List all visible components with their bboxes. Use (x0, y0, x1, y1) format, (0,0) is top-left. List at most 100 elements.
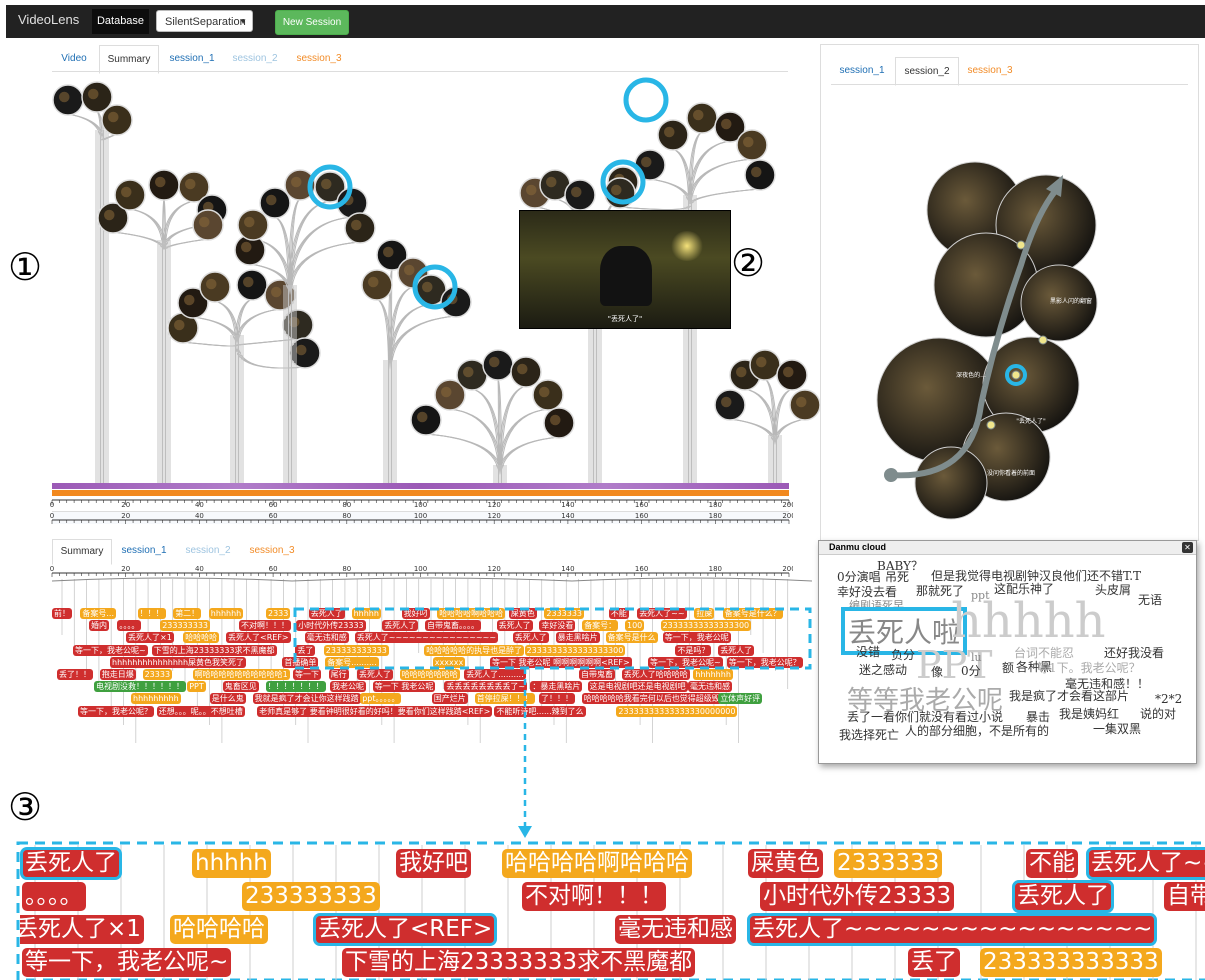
danmu-chip[interactable]: 国产烂片 (431, 693, 468, 705)
danmu-chip[interactable]: ：暴走黑啥片 (530, 681, 583, 693)
danmu-chip[interactable]: 哈哈哈哈哈我看完何以后也觉得超级毁 (581, 693, 722, 705)
danmu-chip[interactable]: 丢死人了 (308, 608, 345, 619)
preview-frame[interactable]: "丢死人了" (519, 210, 731, 329)
danmu-chip[interactable]: 等一下，我老公呢~ (648, 656, 723, 668)
danmu-chip[interactable]: 暴走黑啥片 (555, 632, 600, 644)
tab-right-session-2[interactable]: session_2 (895, 57, 959, 86)
danmu-chip[interactable]: 233333333 (160, 620, 210, 632)
danmu-chip[interactable]: 丢死人了×1 (126, 632, 174, 644)
cloud-word[interactable]: 没错 (856, 643, 880, 660)
danmu-chip[interactable]: 毫无违和感 (304, 632, 349, 644)
danmu-chip[interactable]: 丢死人了 (718, 644, 755, 656)
danmu-chip[interactable]: 233333333333 (323, 644, 389, 656)
danmu-chip[interactable]: 等一下，我老公呢 (662, 632, 731, 644)
danmu-chip[interactable]: 哈哈哈哈啊哈哈哈 (437, 608, 506, 619)
danmu-chip[interactable]: 是什么鬼 (209, 693, 246, 705)
danmu-chip[interactable]: 不对啊！！！ (239, 620, 291, 632)
danmu-chip[interactable]: 丢死人了 (382, 620, 419, 632)
danmu-chip[interactable]: 丢了 (908, 948, 960, 977)
danmu-chip[interactable]: 电视剧没救！！！！！！ (94, 681, 186, 693)
danmu-chip[interactable]: 毫无违和感 (688, 681, 732, 693)
cloud-word[interactable]: 我是疯了才会看这部片 (1009, 687, 1129, 704)
highlighted-danmu[interactable]: 丢死人了~~ (1086, 847, 1205, 880)
danmu-chip[interactable]: 老师真是够了 要看钟明很好看的好吗！要看你们这样践踏<REF> (257, 705, 493, 717)
danmu-chip[interactable]: 我老公呢 (330, 681, 366, 693)
danmu-chip[interactable]: 丢丢丢丢丢丢丢丢了~ (444, 681, 528, 693)
tab-session-3[interactable]: session_3 (288, 45, 350, 72)
danmu-chip[interactable]: 不对啊！！！ (522, 882, 666, 911)
danmu-chip[interactable]: 抱走日爆 (99, 669, 136, 680)
danmu-chip[interactable]: 啊哈哈哈哈哈哈哈哈哈哈1 (192, 669, 290, 680)
danmu-chip[interactable]: 等一下 我老公呢 啊啊啊啊啊啊<REF> (490, 656, 632, 668)
danmu-chip[interactable]: 备案号： (582, 620, 619, 632)
cloud-word[interactable]: 等1下。我老公呢？ (1037, 659, 1141, 676)
close-icon[interactable]: ✕ (1182, 542, 1193, 553)
danmu-chip[interactable]: 不能听诗吧......辣到了么 (494, 705, 586, 717)
danmu-chip[interactable]: 哈哈哈哈 (183, 632, 220, 644)
cloud-word[interactable]: 像 (931, 663, 943, 680)
danmu-chip[interactable]: 100 (625, 620, 645, 632)
cloud-word[interactable]: *2*2 (1155, 692, 1182, 706)
danmu-chip[interactable]: 丢死人了 (357, 669, 393, 680)
tab-danmu-session-3[interactable]: session_3 (242, 539, 302, 563)
danmu-chip[interactable]: 幸好没看 (539, 620, 576, 632)
danmu-chip[interactable]: 我就是疯了才会让你这样践踏 (252, 693, 361, 705)
danmu-chip[interactable]: 丢死人了×1 (20, 915, 144, 944)
danmu-chip[interactable]: 哈哈哈哈哈的执导也是醉了 (424, 644, 525, 656)
danmu-chip[interactable]: 自带鬼畜 (579, 669, 615, 680)
danmu-chip[interactable]: 233333333 (242, 882, 380, 911)
cloud-word[interactable]: 0分 (961, 662, 981, 679)
danmu-chip[interactable]: 备案号是什么 (605, 632, 658, 644)
danmu-chip[interactable]: 婚内 (89, 620, 109, 632)
danmu-chip[interactable]: 自带鬼畜。。。。 (1164, 882, 1205, 911)
danmu-chip[interactable]: 自带鬼畜。。。。 (425, 620, 481, 632)
tab-summary[interactable]: Summary (99, 45, 159, 74)
danmu-chip[interactable]: 了！！！ (539, 693, 575, 705)
danmu-chip[interactable]: ppt。。。。。 (360, 693, 402, 705)
danmu-chip[interactable]: 等一下 (293, 669, 321, 680)
danmu-chip[interactable]: 拉屎 (694, 608, 715, 619)
danmu-chip[interactable]: 丢了 (295, 644, 316, 656)
danmu-chip[interactable]: hhhhh (351, 608, 381, 619)
danmu-chip[interactable]: 下雪的上海23333333求不黑魔都 (151, 644, 277, 656)
cloud-word[interactable]: 迷之感动 (859, 661, 907, 678)
highlighted-danmu[interactable]: 丢死人了<REF> (312, 913, 498, 946)
danmu-chip[interactable]: ！！！ (137, 608, 166, 619)
tab-danmu-summary[interactable]: Summary (52, 539, 112, 565)
cloud-word[interactable]: 一集双黑 (1093, 720, 1141, 737)
danmu-chip[interactable]: 这是电视剧吧还是电视剧吧 (587, 681, 688, 693)
danmu-chip[interactable]: 丢死人了<REF> (226, 632, 291, 644)
cloud-word[interactable]: 我选择死亡 (839, 726, 899, 743)
danmu-chip[interactable]: 丢死人了 (512, 632, 549, 644)
tab-video[interactable]: Video (52, 45, 96, 72)
danmu-chip[interactable]: 立体声好评 (718, 693, 763, 705)
danmu-chip[interactable]: 2333 (266, 608, 291, 619)
danmu-chip[interactable]: 鬼畜区见 (222, 681, 259, 693)
danmu-chip[interactable]: 备案号... (80, 608, 117, 619)
danmu-chip[interactable]: 等一下，我老公呢？ (78, 705, 154, 717)
cloud-word[interactable]: 人的部分细胞，不是所有的 (905, 722, 1049, 739)
danmu-chip[interactable]: hhhhhhhhhhhhhhh屎黄色我笑死了 (110, 656, 247, 668)
cloud-word[interactable]: hhhhh (951, 593, 1106, 649)
danmu-chip[interactable]: 丢了！！ (57, 669, 93, 680)
danmu-chip[interactable]: 下雪的上海23333333求不黑魔都 (342, 948, 696, 977)
danmu-chip[interactable]: 不能 (608, 608, 629, 619)
danmu-chip[interactable]: 尾行 (328, 669, 349, 680)
highlighted-danmu[interactable]: 丢死人了 (1012, 880, 1114, 913)
danmu-chip[interactable]: hhhhhh (208, 608, 244, 619)
danmu-chip[interactable]: ！！！！！！！ (265, 681, 326, 693)
danmu-chip[interactable]: 还想。。。呢。。不想吐槽 (156, 705, 245, 717)
danmu-chip[interactable]: 不是吗？ (675, 644, 712, 656)
cloud-word[interactable]: 额 (1002, 659, 1014, 676)
danmu-chip[interactable]: 等一下，我老公呢~ (22, 948, 232, 977)
danmu-chip[interactable]: 首播确单 (282, 656, 319, 668)
danmu-chip[interactable]: 不能 (1026, 849, 1078, 878)
danmu-chip[interactable]: 233333333333 (980, 948, 1162, 977)
danmu-chip[interactable]: 哈哈哈哈 (170, 915, 268, 944)
danmu-chip[interactable]: 第二！ (173, 608, 202, 619)
danmu-chip[interactable]: 。。。。 (117, 620, 142, 632)
danmu-chip[interactable]: 首停拉屎！！！ (474, 693, 535, 705)
danmu-chip[interactable]: 。。。。 (22, 882, 86, 911)
danmu-chip[interactable]: 23333 (142, 669, 173, 680)
danmu-chip[interactable]: 小时代外传23333 (760, 882, 955, 911)
